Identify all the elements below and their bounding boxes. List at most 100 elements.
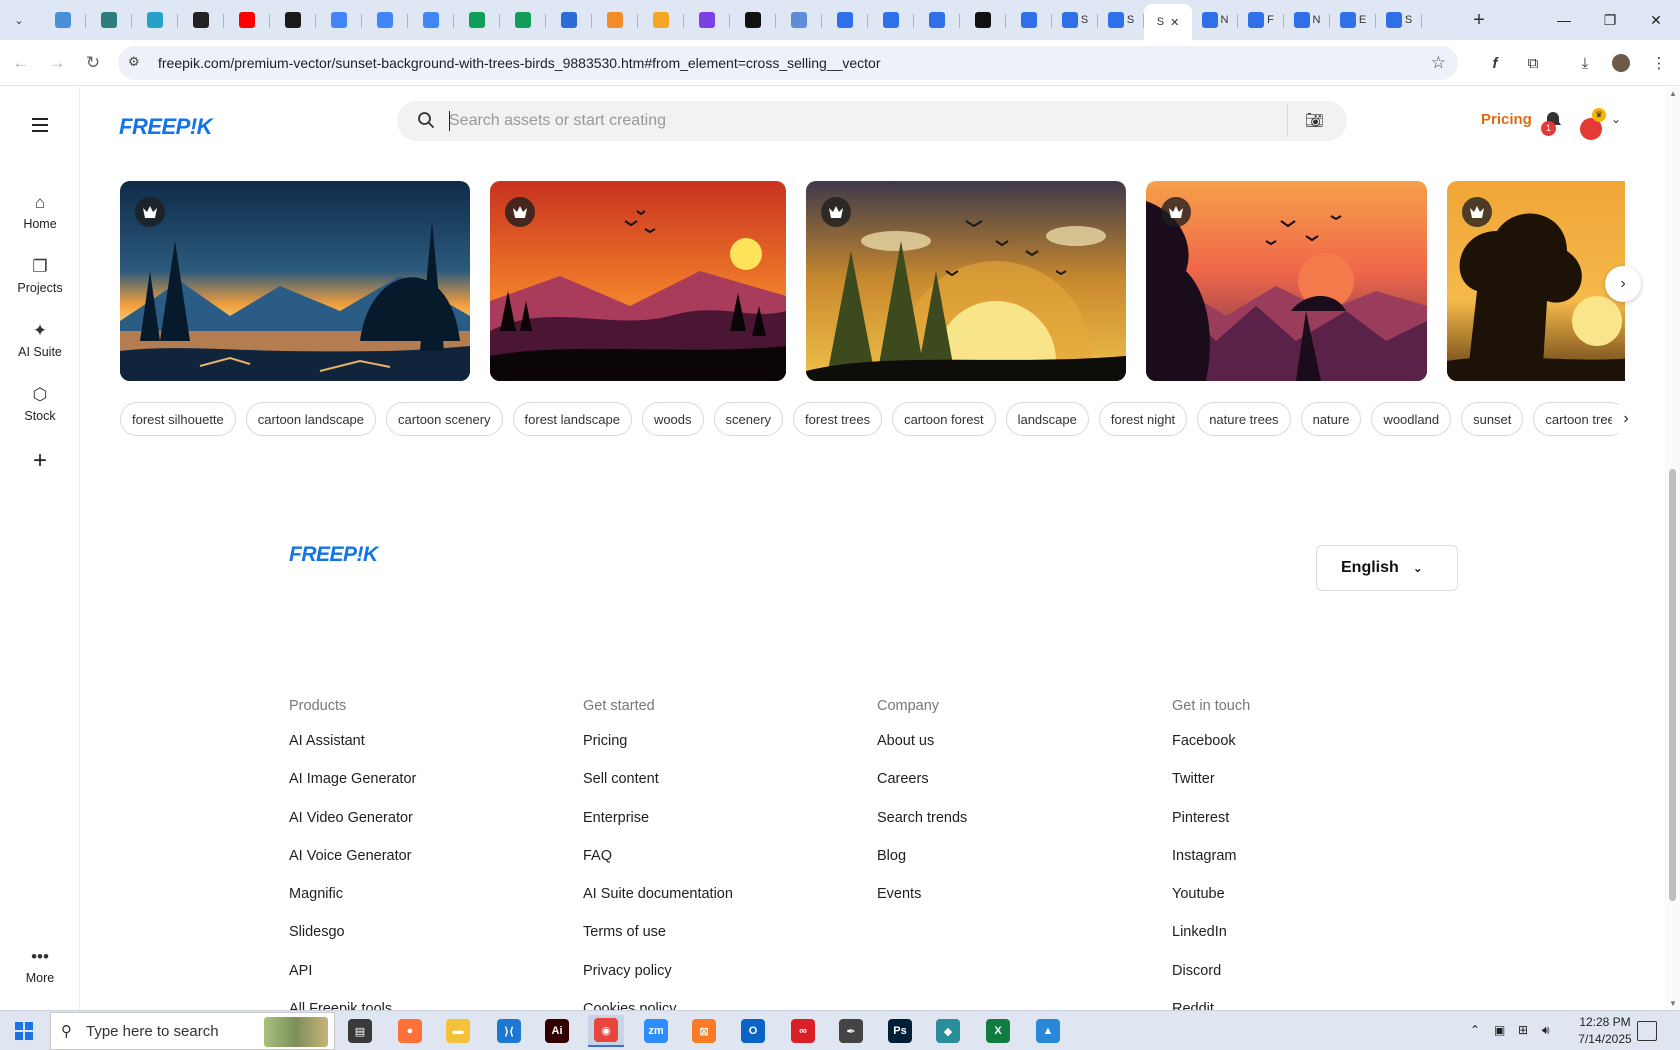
footer-link[interactable]: API [289, 963, 416, 1001]
tag-chip[interactable]: nature trees [1197, 402, 1291, 436]
taskbar-app-vscode[interactable]: ⟩⟨ [491, 1015, 527, 1047]
profile-avatar-icon[interactable] [1610, 52, 1632, 74]
taskbar-app-photos[interactable]: ▲ [1030, 1015, 1066, 1047]
taskbar-app-creative-cloud[interactable]: ∞ [785, 1015, 821, 1047]
chevron-down-icon[interactable]: ⌄ [1611, 112, 1621, 126]
restore-button[interactable]: ❐ [1587, 0, 1633, 40]
tray-meet-icon[interactable]: ▣ [1494, 1023, 1505, 1037]
browser-tab[interactable] [224, 4, 270, 36]
extension-f-icon[interactable]: f [1484, 52, 1506, 74]
tab-search-chevron-icon[interactable]: ⌄ [8, 9, 30, 31]
taskbar-app-xampp[interactable]: ⊠ [686, 1015, 722, 1047]
scroll-down-arrow-icon[interactable]: ▼ [1669, 999, 1677, 1008]
footer-link[interactable]: AI Image Generator [289, 771, 416, 809]
footer-link[interactable]: Magnific [289, 886, 416, 924]
tag-chip[interactable]: sunset [1461, 402, 1524, 436]
footer-link[interactable]: Sell content [583, 771, 733, 809]
browser-tab[interactable] [454, 4, 500, 36]
browser-tab[interactable] [362, 4, 408, 36]
download-icon[interactable]: ⤓ [1574, 52, 1596, 74]
taskbar-app-pen-tool[interactable]: ✒ [833, 1015, 869, 1047]
footer-link[interactable]: Blog [877, 848, 967, 886]
image-card[interactable] [806, 181, 1126, 381]
footer-link[interactable]: Discord [1172, 963, 1250, 1001]
browser-tab[interactable] [86, 4, 132, 36]
taskbar-app-outlook[interactable]: O [735, 1015, 771, 1047]
url-text[interactable]: freepik.com/premium-vector/sunset-backgr… [158, 55, 881, 71]
browser-tab[interactable] [638, 4, 684, 36]
browser-tab[interactable]: N [1192, 4, 1238, 36]
taskbar-app-zoom[interactable]: zm [638, 1015, 674, 1047]
browser-tab[interactable] [132, 4, 178, 36]
scrollbar-thumb[interactable] [1669, 469, 1676, 901]
page-scrollbar[interactable]: ▲ ▼ [1665, 87, 1680, 1010]
tag-chip[interactable]: cartoon forest [892, 402, 996, 436]
footer-link[interactable]: Slidesgo [289, 924, 416, 962]
tag-chip[interactable]: forest landscape [512, 402, 632, 436]
back-icon[interactable]: ← [8, 50, 34, 76]
browser-tab[interactable] [684, 4, 730, 36]
tag-chip[interactable]: landscape [1005, 402, 1089, 436]
windows-start-button[interactable] [0, 1011, 48, 1050]
tray-chevron-up-icon[interactable]: ⌃ [1470, 1023, 1480, 1037]
pricing-link[interactable]: Pricing [1481, 111, 1532, 128]
minimize-button[interactable]: ― [1541, 0, 1587, 40]
browser-tab[interactable] [868, 4, 914, 36]
footer-link[interactable]: AI Assistant [289, 733, 416, 771]
taskbar-app-illustrator[interactable]: Ai [539, 1015, 575, 1047]
camera-search-icon[interactable]: 📷︎ [1305, 111, 1324, 129]
bookmark-star-icon[interactable]: ☆ [1431, 53, 1446, 73]
tab-active[interactable]: S ✕ [1144, 4, 1192, 40]
tag-chip[interactable]: woodland [1371, 402, 1452, 436]
footer-link[interactable]: Terms of use [583, 924, 733, 962]
browser-tab[interactable] [592, 4, 638, 36]
menu-hamburger-icon[interactable] [27, 112, 53, 138]
taskbar-search-box[interactable]: ⚲ Type here to search [50, 1012, 335, 1050]
browser-tab[interactable] [914, 4, 960, 36]
footer-link[interactable]: About us [877, 733, 967, 771]
tag-chip[interactable]: cartoon scenery [386, 402, 503, 436]
footer-link[interactable]: Privacy policy [583, 963, 733, 1001]
browser-menu-icon[interactable]: ⋮ [1648, 52, 1670, 74]
taskbar-app-app-diamond[interactable]: ◆ [930, 1015, 966, 1047]
footer-link[interactable]: Events [877, 886, 967, 924]
footer-link[interactable]: All Freepik tools [289, 1001, 416, 1010]
footer-link[interactable]: FAQ [583, 848, 733, 886]
notification-center-icon[interactable] [1637, 1021, 1657, 1041]
image-card[interactable] [1447, 181, 1625, 381]
footer-link[interactable]: LinkedIn [1172, 924, 1250, 962]
taskbar-app-firefox[interactable]: ● [392, 1015, 428, 1047]
browser-tab[interactable] [822, 4, 868, 36]
rail-item-projects[interactable]: ❐ Projects [0, 255, 80, 295]
footer-freepik-logo[interactable]: FREEP!K [289, 543, 378, 567]
search-input[interactable] [449, 109, 1229, 133]
tag-chip[interactable]: forest trees [793, 402, 883, 436]
language-selector[interactable]: English ⌄ [1316, 545, 1458, 591]
footer-link[interactable]: Search trends [877, 810, 967, 848]
browser-tab[interactable]: S [1376, 4, 1422, 36]
footer-link[interactable]: Reddit [1172, 1001, 1250, 1010]
footer-link[interactable]: Pricing [583, 733, 733, 771]
tab-close-icon[interactable]: ✕ [1170, 16, 1179, 29]
rail-item-home[interactable]: ⌂ Home [0, 191, 80, 231]
browser-tab[interactable] [776, 4, 822, 36]
forward-icon[interactable]: → [44, 50, 70, 76]
browser-tab[interactable] [408, 4, 454, 36]
browser-tab[interactable]: S [1098, 4, 1144, 36]
browser-tab[interactable] [546, 4, 592, 36]
footer-link[interactable]: Youtube [1172, 886, 1250, 924]
address-bar[interactable]: ⚙ freepik.com/premium-vector/sunset-back… [118, 46, 1458, 80]
tag-chip[interactable]: cartoon landscape [245, 402, 377, 436]
image-card[interactable] [120, 181, 470, 381]
taskbar-app-task-view[interactable]: ▤ [342, 1015, 378, 1047]
site-info-icon[interactable]: ⚙ [128, 54, 140, 70]
browser-tab[interactable]: E [1330, 4, 1376, 36]
tag-chip[interactable]: nature [1300, 402, 1362, 436]
browser-tab[interactable] [730, 4, 776, 36]
scroll-up-arrow-icon[interactable]: ▲ [1669, 89, 1677, 98]
taskbar-clock[interactable]: 12:28 PM 7/14/2025 [1574, 1014, 1636, 1048]
freepik-logo[interactable]: FREEP!K [119, 114, 213, 140]
volume-icon[interactable]: 🔊︎ [1542, 1023, 1550, 1038]
footer-link[interactable]: Twitter [1172, 771, 1250, 809]
tag-chip[interactable]: forest night [1098, 402, 1188, 436]
